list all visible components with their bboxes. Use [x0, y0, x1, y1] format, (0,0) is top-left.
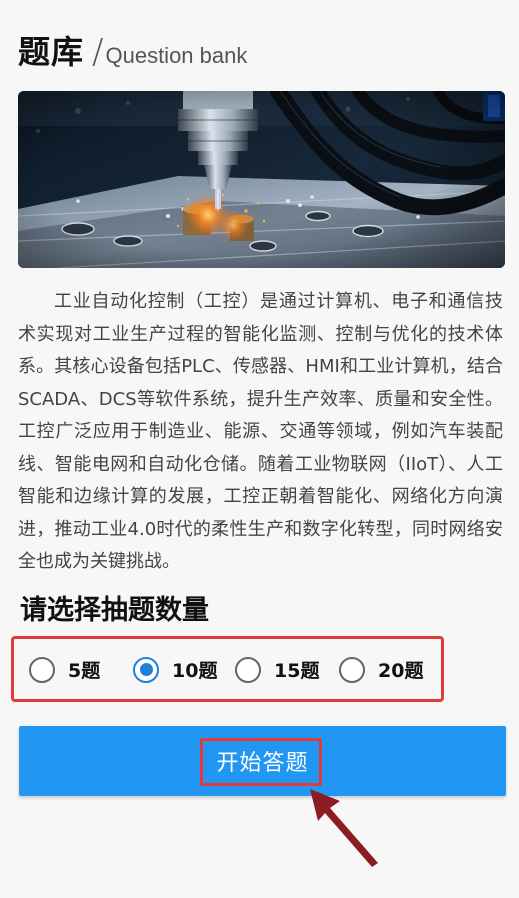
option-label-5: 5题: [68, 660, 101, 682]
option-15[interactable]: 15题: [235, 656, 319, 683]
choose-quantity-title: 请选择抽题数量: [20, 595, 209, 626]
title-separator: /: [92, 32, 104, 72]
option-5[interactable]: 5题: [29, 656, 100, 683]
radio-option-10[interactable]: [133, 656, 159, 683]
page-subtitle: Question bank: [105, 43, 248, 68]
option-label-15: 15题: [274, 660, 320, 682]
industrial-machine-image: [18, 91, 505, 268]
radio-option-5[interactable]: [29, 656, 55, 683]
option-20[interactable]: 20题: [339, 656, 423, 683]
hero-image: [18, 91, 505, 268]
page-header: 题库 / Question bank: [18, 27, 247, 73]
option-label-20: 20题: [378, 660, 424, 682]
radio-option-20[interactable]: [339, 656, 365, 683]
question-bank-page: 题库 / Question bank 工业自动化控制（工控）是通过计算机、电子和…: [0, 0, 519, 898]
start-button-highlight: [200, 738, 322, 786]
option-label-10: 10题: [172, 660, 218, 682]
page-title: 题库: [18, 33, 85, 71]
intro-paragraph: 工业自动化控制（工控）是通过计算机、电子和通信技术实现对工业生产过程的智能化监测…: [18, 291, 503, 572]
radio-option-15[interactable]: [235, 656, 261, 683]
option-10[interactable]: 10题: [133, 656, 217, 683]
pointer-arrow-icon: [310, 789, 378, 867]
